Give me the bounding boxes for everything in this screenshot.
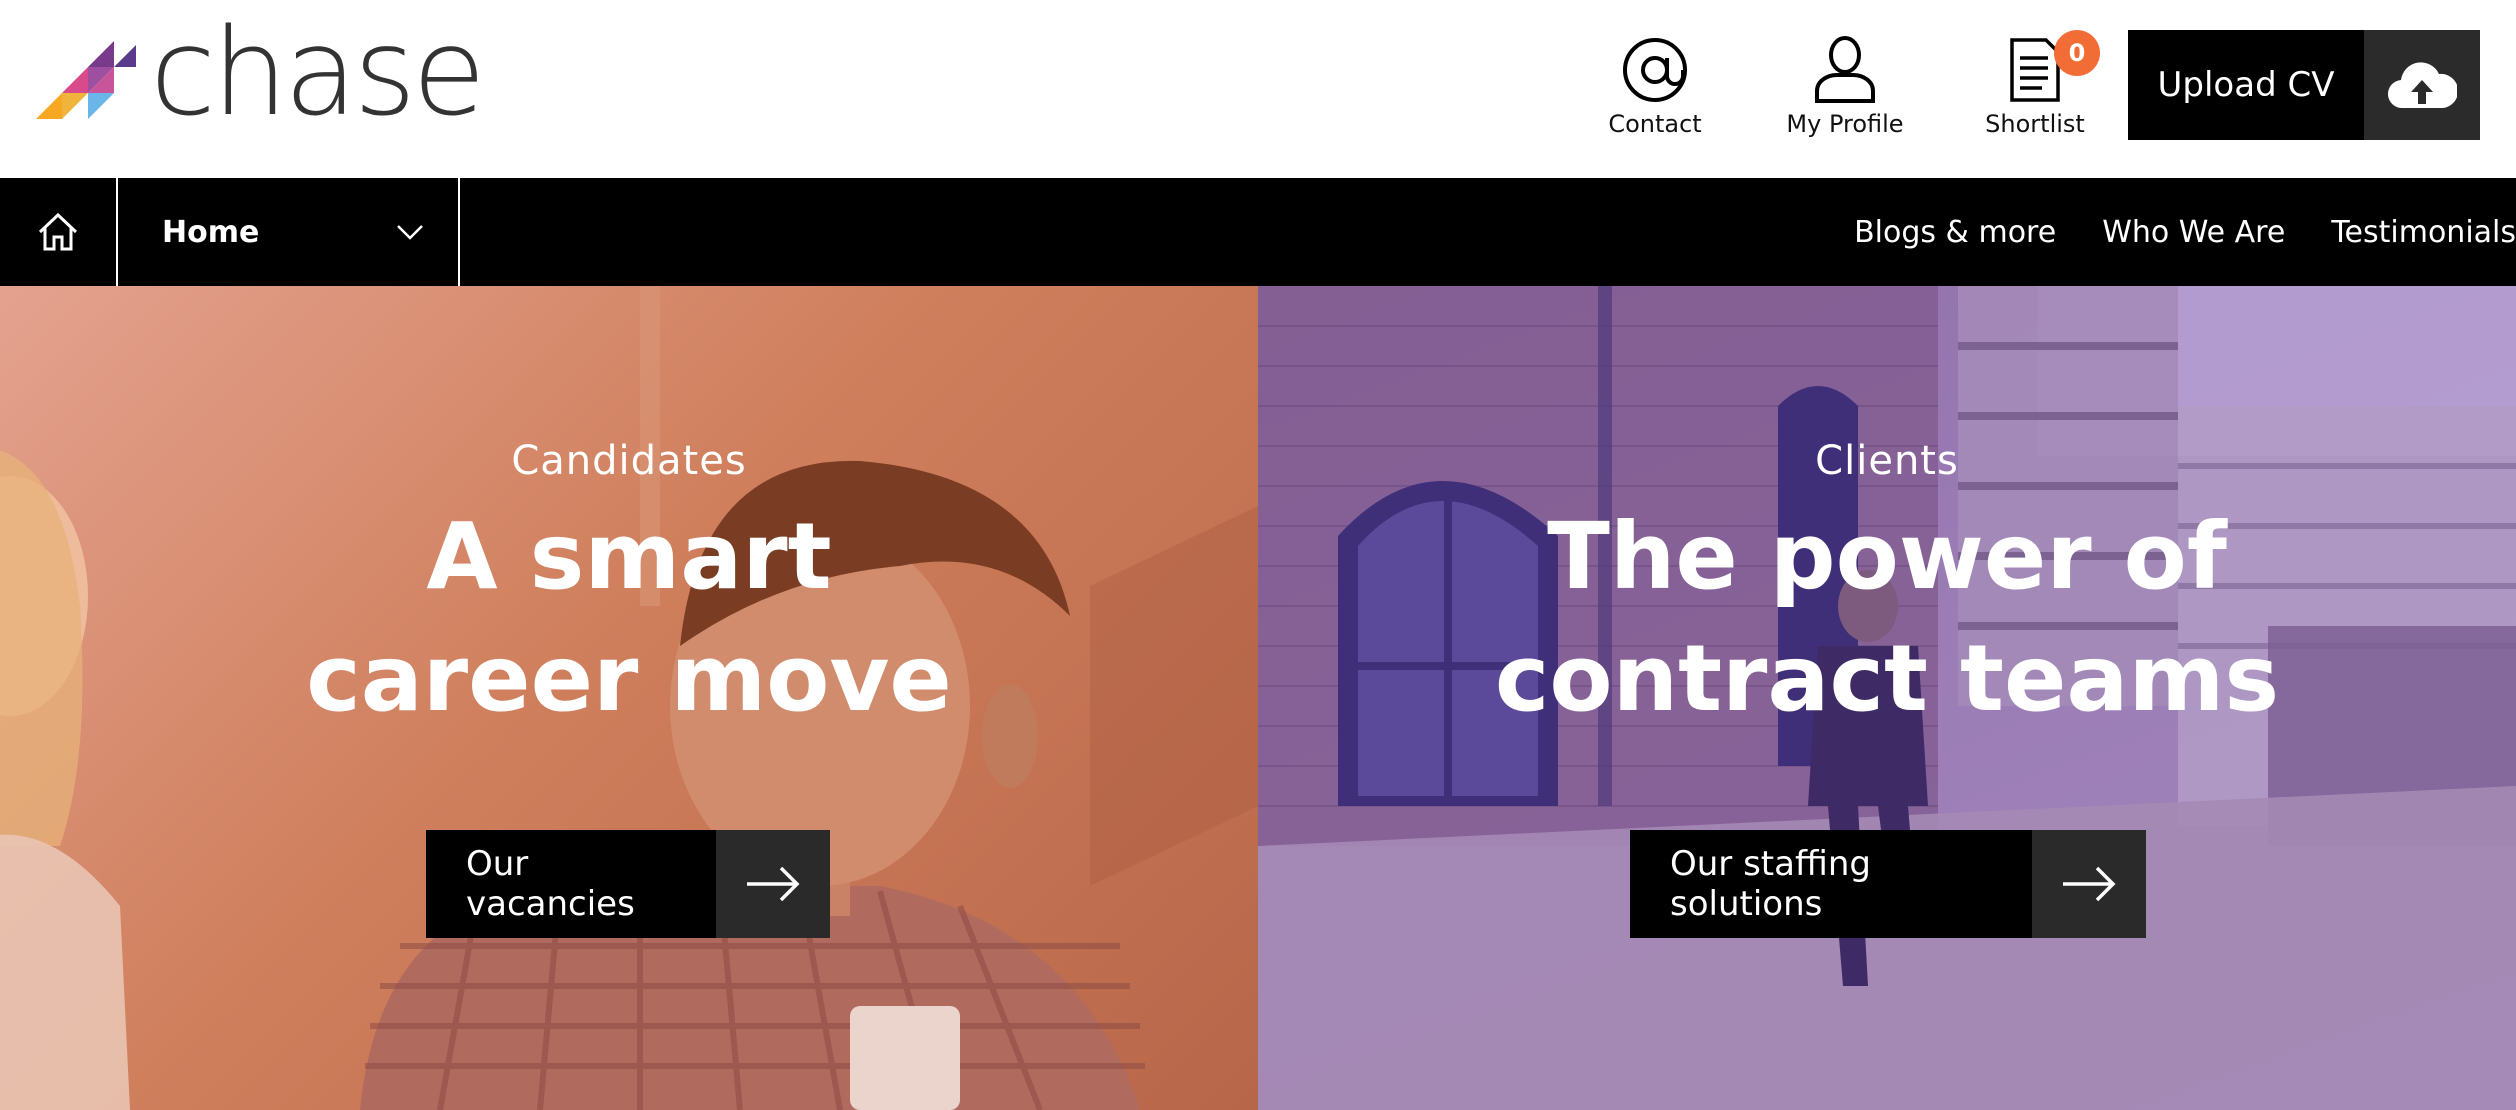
candidates-eyebrow: Candidates (511, 438, 747, 484)
nav-link-blogs[interactable]: Blogs & more (1854, 215, 2056, 250)
header-utility-links: Contact My Profile 0 Shortlist (1560, 30, 2130, 138)
contact-label: Contact (1608, 110, 1702, 138)
site-header: chase Contact My Profile 0 Shortlist Upl… (0, 0, 2516, 178)
our-staffing-solutions-button[interactable]: Our staffing solutions (1630, 830, 2146, 938)
nav-links: Blogs & more Who We Are Testimonials (1808, 178, 2516, 286)
clients-headline-line2: contract teams (1494, 625, 2280, 732)
our-staffing-solutions-label: Our staffing solutions (1630, 830, 2032, 938)
document-icon (2008, 34, 2062, 106)
page-select-value: Home (162, 214, 260, 250)
nav-link-testimonials[interactable]: Testimonials (2331, 215, 2516, 250)
our-vacancies-button[interactable]: Our vacancies (426, 830, 830, 938)
contact-link[interactable]: Contact (1560, 34, 1750, 138)
cloud-upload-icon (2364, 30, 2480, 140)
candidates-headline-line1: A smart (426, 503, 832, 610)
arrow-right-icon (2032, 830, 2146, 938)
user-icon (1813, 34, 1877, 106)
chase-logo[interactable]: chase (36, 14, 486, 134)
nav-link-who-we-are[interactable]: Who We Are (2102, 215, 2285, 250)
my-profile-link[interactable]: My Profile (1750, 34, 1940, 138)
shortlist-link[interactable]: 0 Shortlist (1940, 30, 2130, 138)
chevron-down-icon (397, 225, 423, 240)
clients-eyebrow: Clients (1815, 438, 1959, 484)
page-select-dropdown[interactable]: Home (120, 178, 460, 286)
nav-home-button[interactable] (0, 178, 118, 286)
clients-hero-panel: Clients The power of contract teams Our … (1258, 286, 2516, 1110)
at-icon (1621, 34, 1689, 106)
candidates-headline: A smart career move (0, 496, 1258, 740)
candidates-headline-line2: career move (306, 625, 952, 732)
clients-headline: The power of contract teams (1258, 496, 2516, 740)
shortlist-label: Shortlist (1985, 110, 2085, 138)
logo-mark-icon (36, 41, 136, 119)
candidates-hero-panel: Candidates A smart career move Our vacan… (0, 286, 1258, 1110)
my-profile-label: My Profile (1786, 110, 1904, 138)
logo-wordmark: chase (150, 4, 486, 143)
upload-cv-button[interactable]: Upload CV (2128, 30, 2480, 140)
home-icon (38, 212, 78, 251)
arrow-right-icon (716, 830, 830, 938)
upload-cv-label: Upload CV (2128, 30, 2364, 140)
clients-headline-line1: The power of (1547, 503, 2227, 610)
main-navigation: Home Blogs & more Who We Are Testimonial… (0, 178, 2516, 286)
shortlist-count-badge: 0 (2054, 30, 2100, 76)
our-vacancies-label: Our vacancies (426, 830, 716, 938)
